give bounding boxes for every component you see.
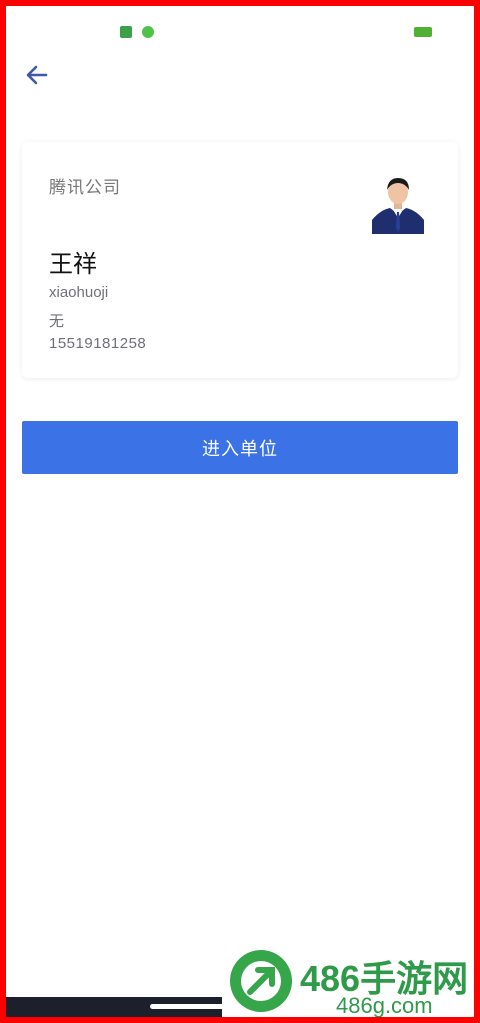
watermark-site: 486g.com (336, 993, 433, 1018)
back-button[interactable] (22, 60, 52, 90)
arrow-left-icon (26, 65, 48, 85)
app-notification-icon (120, 26, 132, 38)
company-name: 腾讯公司 (49, 178, 121, 197)
username-text: xiaohuoji (49, 284, 109, 301)
department-text: 无 (49, 313, 65, 330)
enter-unit-button[interactable]: 进入单位 (22, 421, 458, 474)
phone-number: 15519181258 (49, 335, 147, 352)
watermark-logo-icon (230, 950, 292, 1012)
watermark: 486手游网 486g.com (222, 942, 480, 1023)
person-name: 王祥 (49, 251, 97, 278)
avatar (372, 172, 424, 234)
status-bar (0, 22, 480, 42)
battery-icon (414, 27, 432, 37)
profile-card: 腾讯公司 王祥 xiaohuoji 无 15519181258 (22, 142, 458, 378)
wechat-icon (142, 26, 154, 38)
